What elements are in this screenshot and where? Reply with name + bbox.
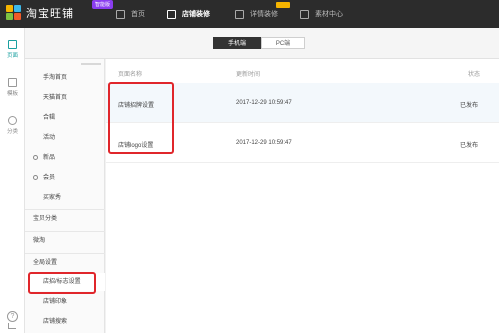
row-updated-time: 2017-12-29 10:59:47 bbox=[236, 140, 292, 146]
page-list: 页面名称 更新时间 状态 店铺招牌设置 2017-12-29 10:59:47 … bbox=[106, 59, 499, 333]
nav-material-center-label: 素材中心 bbox=[315, 11, 343, 18]
menu-item-buyer-show[interactable]: 买家秀 bbox=[25, 189, 105, 207]
nav-home-label: 首页 bbox=[131, 11, 145, 18]
folder-icon bbox=[300, 9, 309, 19]
rail-item-categories[interactable]: 分类 bbox=[0, 116, 25, 135]
column-header-status: 状态 bbox=[468, 72, 481, 78]
menu-item-shop-impression[interactable]: 店铺印象 bbox=[25, 293, 105, 311]
expand-icon bbox=[33, 155, 38, 160]
page-menu: 手淘首页 天猫首页 合辑 活动 新品 会员 买家秀 宝贝分类 微淘 全局设置 店… bbox=[25, 59, 105, 333]
icon-rail: 页面 模板 分类 ? bbox=[0, 28, 25, 333]
row-page-name[interactable]: 店铺logo设置 bbox=[118, 140, 153, 149]
nav-detail-decoration-label: 详情装修 bbox=[250, 11, 278, 18]
new-flag bbox=[276, 2, 290, 8]
tab-pc[interactable]: PC端 bbox=[261, 37, 305, 49]
logo-text: 淘宝旺铺 bbox=[26, 8, 74, 20]
menu-item-mobile-home[interactable]: 手淘首页 bbox=[25, 69, 105, 87]
category-icon bbox=[8, 116, 17, 125]
table-row[interactable]: 店铺招牌设置 2017-12-29 10:59:47 已发布 bbox=[106, 83, 499, 123]
menu-item-collection[interactable]: 合辑 bbox=[25, 109, 105, 127]
rail-label-pages: 页面 bbox=[6, 53, 18, 59]
home-icon bbox=[116, 9, 125, 19]
row-status: 已发布 bbox=[460, 103, 479, 109]
nav-home[interactable]: 首页 bbox=[116, 0, 145, 28]
top-bar: 淘宝旺铺 智能版 首页 店铺装修 详情装修 素材中心 bbox=[0, 0, 499, 28]
menu-item-weitao[interactable]: 微淘 bbox=[25, 231, 105, 249]
menu-item-membership[interactable]: 会员 bbox=[25, 169, 105, 187]
rail-label-categories: 分类 bbox=[6, 129, 18, 135]
tab-mobile[interactable]: 手机端 bbox=[213, 37, 261, 49]
device-switch-bar: 手机端 PC端 bbox=[25, 28, 499, 59]
document-icon bbox=[235, 9, 244, 19]
nav-material-center[interactable]: 素材中心 bbox=[300, 0, 343, 28]
menu-item-activity[interactable]: 活动 bbox=[25, 129, 105, 147]
store-icon bbox=[167, 9, 176, 19]
menu-item-shop-search[interactable]: 店铺搜索 bbox=[25, 313, 105, 331]
logo-icon bbox=[6, 5, 22, 21]
menu-item-global-settings[interactable]: 全局设置 bbox=[25, 253, 105, 271]
app-logo[interactable]: 淘宝旺铺 bbox=[6, 5, 74, 21]
column-header-updated: 更新时间 bbox=[236, 72, 261, 78]
row-status: 已发布 bbox=[460, 143, 479, 149]
template-icon bbox=[8, 78, 17, 87]
menu-collapse-handle[interactable] bbox=[25, 59, 105, 69]
help-icon[interactable]: ? bbox=[7, 311, 18, 322]
expand-icon bbox=[33, 175, 38, 180]
rail-label-templates: 模板 bbox=[6, 91, 18, 97]
nav-shop-decoration[interactable]: 店铺装修 bbox=[167, 0, 210, 28]
page-icon bbox=[8, 40, 17, 49]
menu-item-signboard-logo-settings[interactable]: 店招/标志设置 bbox=[25, 273, 105, 291]
menu-item-tmall-home[interactable]: 天猫首页 bbox=[25, 89, 105, 107]
row-updated-time: 2017-12-29 10:59:47 bbox=[236, 100, 292, 106]
edition-badge: 智能版 bbox=[92, 0, 114, 9]
nav-shop-decoration-label: 店铺装修 bbox=[182, 11, 210, 18]
rail-item-templates[interactable]: 模板 bbox=[0, 78, 25, 97]
rail-item-pages[interactable]: 页面 bbox=[0, 40, 25, 59]
row-page-name[interactable]: 店铺招牌设置 bbox=[118, 100, 154, 109]
menu-item-membership-label: 会员 bbox=[43, 175, 56, 181]
collapse-icon[interactable] bbox=[8, 323, 16, 329]
nav-detail-decoration[interactable]: 详情装修 bbox=[235, 0, 278, 28]
table-row[interactable]: 店铺logo设置 2017-12-29 10:59:47 已发布 bbox=[106, 123, 499, 163]
menu-item-new-arrivals-label: 新品 bbox=[43, 155, 56, 161]
menu-item-new-arrivals[interactable]: 新品 bbox=[25, 149, 105, 167]
column-header-page-name: 页面名称 bbox=[118, 72, 143, 78]
menu-item-product-category[interactable]: 宝贝分类 bbox=[25, 209, 105, 227]
